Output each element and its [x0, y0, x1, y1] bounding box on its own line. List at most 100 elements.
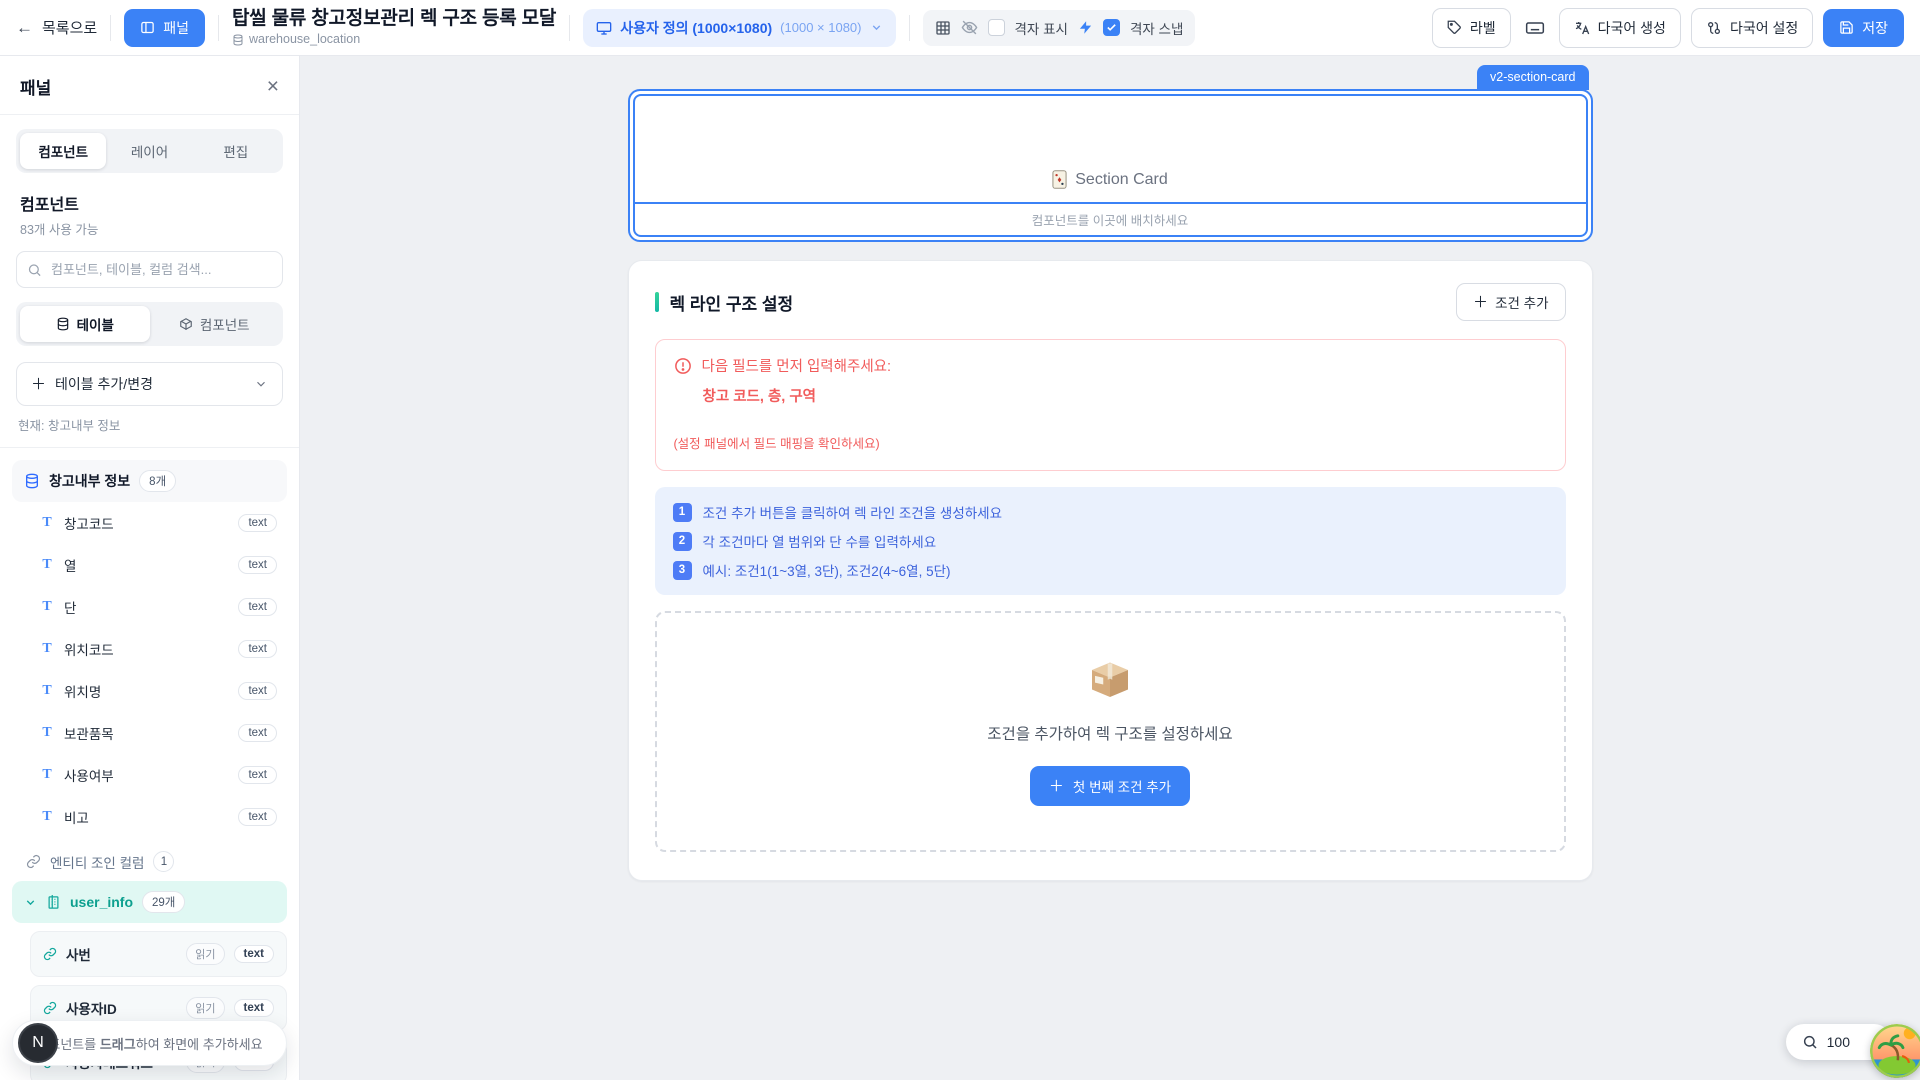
text-type-icon: T: [40, 641, 54, 657]
first-condition-label: 첫 번째 조건 추가: [1073, 776, 1171, 796]
field-item[interactable]: T 창고코드 text: [12, 502, 287, 544]
field-item[interactable]: T 사용여부 text: [12, 754, 287, 796]
join-field-type-badge: text: [234, 945, 274, 963]
search-input[interactable]: [16, 251, 283, 288]
accent-bar: [655, 292, 659, 312]
empty-state-message: 조건을 추가하여 렉 구조를 설정하세요: [987, 722, 1232, 744]
component-dropzone[interactable]: 컴포넌트를 이곳에 배치하세요: [635, 202, 1586, 235]
add-table-label: 테이블 추가/변경: [55, 374, 153, 394]
join-table-count-badge: 29개: [142, 891, 185, 913]
magnifier-icon: [1802, 1034, 1818, 1050]
section-card-body[interactable]: Section Card: [635, 96, 1586, 202]
label-button[interactable]: 라벨: [1432, 8, 1511, 48]
field-type-badge: text: [238, 808, 277, 826]
cardboard-box-icon: [1086, 655, 1134, 703]
drag-hint-text: 컴포넌트를 드래그하여 화면에 추가하세요: [36, 1034, 262, 1053]
preferences-icon: [1706, 20, 1722, 36]
field-item[interactable]: T 비고 text: [12, 796, 287, 838]
chevron-down-icon: [24, 896, 37, 909]
field-label: 창고코드: [64, 513, 114, 533]
avatar[interactable]: N: [18, 1023, 58, 1063]
warning-field-names: 창고 코드, 층, 구역: [703, 385, 1545, 406]
save-button-text: 저장: [1862, 18, 1888, 38]
field-label: 단: [64, 597, 76, 617]
grid-icon[interactable]: [935, 20, 951, 36]
viewport-size: (1000 × 1080): [780, 20, 861, 35]
field-item[interactable]: T 위치코드 text: [12, 628, 287, 670]
panel-header: 패널 ×: [0, 56, 299, 115]
panel-toggle-button[interactable]: 패널: [124, 9, 205, 47]
tab-layers[interactable]: 레이어: [106, 133, 192, 169]
table-group-name: 창고내부 정보: [49, 471, 130, 491]
field-type-badge: text: [238, 766, 277, 784]
back-arrow-icon: ←: [16, 18, 33, 38]
keyboard-shortcuts-button[interactable]: [1521, 14, 1549, 42]
playing-card-icon: [1052, 170, 1067, 189]
components-heading: 컴포넌트: [20, 191, 279, 215]
field-label: 사용여부: [64, 765, 114, 785]
tab-component-library[interactable]: 컴포넌트: [150, 306, 280, 342]
field-type-badge: text: [238, 640, 277, 658]
search-box: [16, 251, 283, 288]
field-item[interactable]: T 열 text: [12, 544, 287, 586]
field-item[interactable]: T 단 text: [12, 586, 287, 628]
label-button-text: 라벨: [1470, 18, 1496, 38]
eye-off-icon[interactable]: [961, 19, 978, 36]
app-root: ← 목록으로 패널 탑씰 물류 창고정보관리 렉 구조 등록 모달 wareho…: [0, 0, 1920, 1080]
field-label: 열: [64, 555, 76, 575]
section-card-label: Section Card: [1075, 171, 1168, 189]
lightning-icon: [1078, 20, 1093, 35]
keyboard-icon: [1525, 18, 1545, 38]
field-item[interactable]: T 보관품목 text: [12, 712, 287, 754]
database-icon: [56, 317, 70, 331]
tab-edit[interactable]: 편집: [193, 133, 279, 169]
empty-conditions-dropzone: 조건을 추가하여 렉 구조를 설정하세요 ＋ 첫 번째 조건 추가: [655, 611, 1566, 852]
rack-card-title: 렉 라인 구조 설정: [670, 290, 794, 315]
join-field-type-badge: text: [234, 999, 274, 1017]
instruction-step: 3 예시: 조건1(1~3열, 3단), 조건2(4~6열, 5단): [673, 560, 1548, 580]
database-icon: [24, 473, 40, 489]
section-card-component[interactable]: Section Card 컴포넌트를 이곳에 배치하세요: [628, 89, 1593, 242]
tab-tables[interactable]: 테이블: [20, 306, 150, 342]
close-icon[interactable]: ×: [267, 76, 279, 97]
plus-icon: ＋: [1049, 779, 1064, 794]
viewport-label: 사용자 정의 (1000×1080): [620, 18, 772, 38]
translate-icon: [1574, 20, 1590, 36]
section-card-inner: Section Card 컴포넌트를 이곳에 배치하세요: [633, 94, 1588, 237]
join-section-title: 엔티티 조인 컬럼: [50, 852, 144, 872]
field-label: 보관품목: [64, 723, 114, 743]
canvas-column: v2-section-card Section Card 컴포넌트를 이곳에 배…: [628, 89, 1593, 881]
back-to-list-button[interactable]: ← 목록으로: [16, 17, 97, 38]
top-toolbar: ← 목록으로 패널 탑씰 물류 창고정보관리 렉 구조 등록 모달 wareho…: [0, 0, 1920, 56]
text-type-icon: T: [40, 557, 54, 573]
field-type-badge: text: [238, 598, 277, 616]
table-group-row[interactable]: 창고내부 정보 8개: [12, 460, 287, 502]
add-table-button[interactable]: ＋ 테이블 추가/변경: [16, 362, 283, 406]
join-section-header[interactable]: 엔티티 조인 컬럼 1: [12, 838, 287, 881]
table-group-count-badge: 8개: [139, 470, 176, 492]
dropzone-hint: 컴포넌트를 이곳에 배치하세요: [1032, 214, 1188, 228]
grid-show-checkbox[interactable]: [988, 19, 1005, 36]
field-type-badge: text: [238, 514, 277, 532]
first-condition-button[interactable]: ＋ 첫 번째 조건 추가: [1030, 766, 1190, 806]
join-table-name: user_info: [70, 894, 133, 910]
step-text: 조건 추가 버튼을 클릭하여 렉 라인 조건을 생성하세요: [703, 502, 1003, 522]
grid-snap-checkbox[interactable]: [1103, 19, 1120, 36]
text-type-icon: T: [40, 599, 54, 615]
plus-icon: ＋: [31, 377, 46, 392]
i18n-generate-button[interactable]: 다국어 생성: [1559, 8, 1681, 48]
island-avatar[interactable]: [1870, 1024, 1920, 1078]
page-subtitle: warehouse_location: [232, 32, 556, 47]
i18n-generate-text: 다국어 생성: [1598, 18, 1666, 38]
save-button[interactable]: 저장: [1823, 9, 1904, 47]
text-type-icon: T: [40, 725, 54, 741]
join-field-item[interactable]: 사번 읽기 text: [30, 931, 287, 977]
field-item[interactable]: T 위치명 text: [12, 670, 287, 712]
viewport-selector[interactable]: 사용자 정의 (1000×1080) (1000 × 1080): [583, 9, 895, 47]
i18n-settings-button[interactable]: 다국어 설정: [1691, 8, 1813, 48]
add-condition-button[interactable]: ＋ 조건 추가: [1456, 283, 1565, 321]
join-table-row[interactable]: user_info 29개: [12, 881, 287, 923]
section-card-label-row: Section Card: [1052, 170, 1168, 189]
panel-tabs: 컴포넌트 레이어 편집: [16, 129, 283, 173]
tab-components[interactable]: 컴포넌트: [20, 133, 106, 169]
